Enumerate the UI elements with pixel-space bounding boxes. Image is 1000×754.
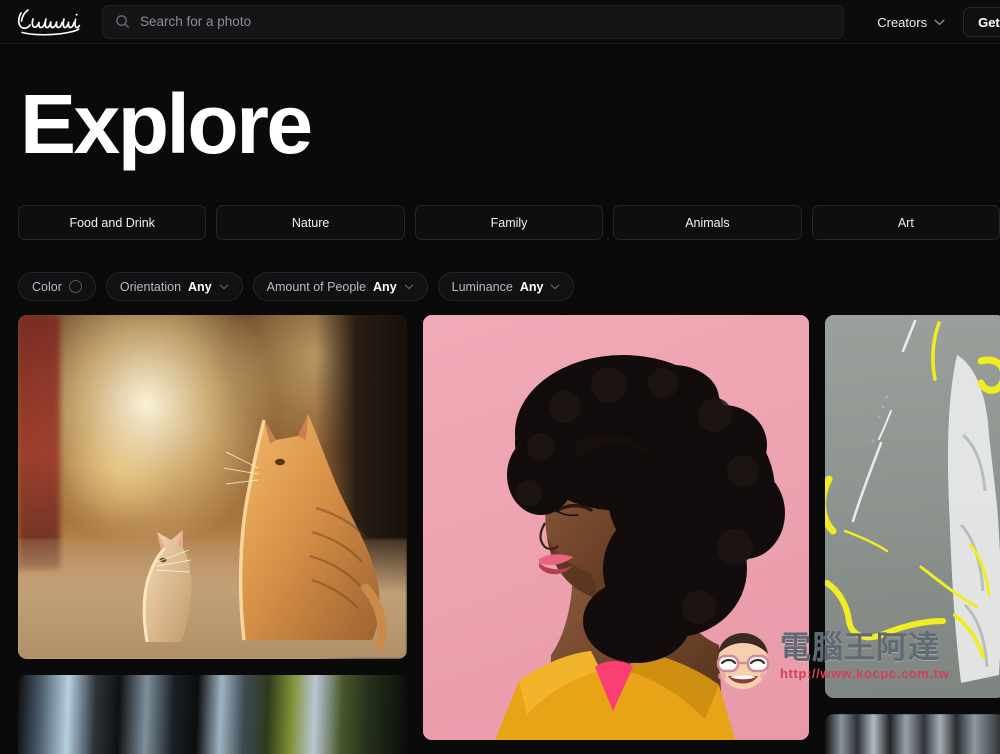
photo-woman-subject (495, 355, 785, 740)
filter-luminance-value: Any (519, 279, 544, 294)
page-content: Explore Food and Drink Nature Family Ani… (0, 82, 1000, 754)
creators-menu-label: Creators (877, 14, 928, 30)
search-bar[interactable] (102, 4, 844, 39)
filter-amount-of-people-value: Any (373, 279, 397, 294)
filter-color[interactable]: Color (18, 272, 96, 301)
filter-orientation[interactable]: Orientation Any (105, 272, 243, 301)
lummi-logo[interactable] (14, 7, 86, 37)
filter-color-label: Color (32, 279, 62, 294)
chevron-down-icon (934, 19, 945, 25)
search-input[interactable] (140, 14, 831, 29)
top-navigation-bar: Creators Get I (0, 0, 1000, 44)
photo-card-window-strip[interactable] (825, 714, 1000, 754)
photo-gallery-grid (18, 315, 1000, 754)
category-chip-art[interactable]: Art (811, 205, 1000, 240)
get-images-button[interactable]: Get I (963, 7, 1000, 37)
filter-orientation-label: Orientation (119, 279, 182, 294)
app-root: Creators Get I Explore Food and Drink Na… (0, 0, 1000, 754)
photo-neon-subject (825, 319, 1000, 683)
gallery-column-3 (825, 315, 1000, 754)
filter-amount-of-people[interactable]: Amount of People Any (252, 272, 428, 301)
chevron-down-icon (404, 284, 413, 289)
header-actions: Creators Get I (859, 0, 1000, 44)
filter-luminance-label: Luminance (451, 279, 513, 294)
filter-luminance[interactable]: Luminance Any (437, 272, 575, 301)
photo-card-woman-portrait[interactable] (423, 315, 809, 740)
photo-cats-left-wall (18, 315, 60, 570)
filter-pill-row: Color Orientation Any Amount of People A… (18, 272, 1000, 301)
category-chip-nature[interactable]: Nature (216, 205, 405, 240)
filter-amount-of-people-label: Amount of People (266, 279, 367, 294)
page-title: Explore (20, 77, 313, 171)
chevron-down-icon (219, 284, 228, 289)
search-icon (116, 15, 130, 29)
gallery-column-1 (18, 315, 407, 754)
filter-orientation-value: Any (188, 279, 212, 294)
gallery-column-2 (423, 315, 809, 754)
color-circle-icon (68, 280, 82, 293)
lummi-script-logo-icon (17, 8, 81, 35)
photo-strip-background (825, 714, 1000, 754)
category-chip-family[interactable]: Family (414, 205, 604, 240)
category-chip-animals[interactable]: Animals (613, 205, 802, 240)
category-filter-row: Food and Drink Nature Family Animals Art (18, 205, 1000, 240)
chevron-down-icon (551, 284, 560, 289)
creators-menu[interactable]: Creators (859, 0, 963, 44)
photo-card-neon-abstract[interactable] (825, 315, 1000, 698)
photo-cats-kitten (142, 530, 192, 643)
category-chip-food-and-drink[interactable]: Food and Drink (18, 205, 207, 240)
photo-cats-adult-cat (224, 414, 387, 651)
photo-card-cats[interactable] (18, 315, 407, 659)
photo-card-window[interactable] (18, 675, 407, 754)
photo-window-background (18, 675, 407, 754)
